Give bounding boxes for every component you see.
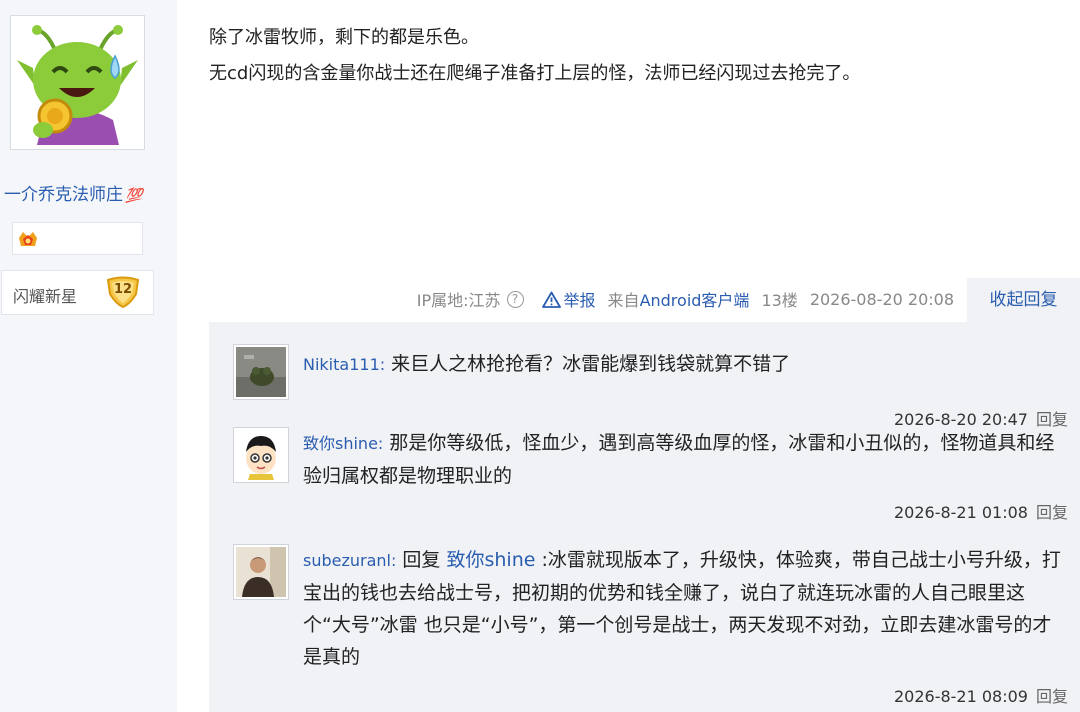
reply-body: 那是你等级低，怪血少，遇到高等级血厚的怪，冰雷和小丑似的，怪物道具和经验归属权都… (303, 432, 1055, 487)
reply-body: 来巨人之林抢抢看？冰雷能爆到钱袋就算不错了 (385, 353, 791, 375)
level-badge-strip[interactable]: 闪耀新星 12 (1, 270, 154, 315)
hundred-points-icon: 💯 (125, 188, 143, 204)
post-line: 无cd闪现的含金量你战士还在爬绳子准备打上层的怪，法师已经闪现过去抢完了。 (209, 63, 861, 84)
post-content: 除了冰雷牧师，剩下的都是乐色。 无cd闪现的含金量你战士还在爬绳子准备打上层的怪… (209, 20, 1069, 92)
help-icon[interactable]: ? (506, 290, 524, 308)
reply-avatar[interactable] (233, 427, 289, 483)
badge-label: 闪耀新星 (13, 287, 78, 306)
report-label: 举报 (563, 291, 596, 310)
author-avatar[interactable] (10, 15, 145, 150)
medal-icon[interactable] (17, 230, 39, 248)
client-link[interactable]: Android客户端 (640, 291, 750, 310)
author-sidebar: 一介乔克法师庄 💯 闪耀新星 12 (0, 0, 177, 712)
collapse-replies-button[interactable]: 收起回复 (967, 278, 1080, 322)
reply-mention[interactable]: 致你shine (446, 549, 535, 571)
reply-username[interactable]: Nikita111: (303, 355, 385, 374)
post-source: 来自Android客户端 (608, 287, 750, 311)
cartoon-boy-avatar-icon (236, 430, 286, 480)
reply-meta: 2026-8-21 08:09 回复 (894, 683, 1068, 707)
level-number: 12 (113, 282, 133, 297)
man-photo-avatar-icon (236, 547, 286, 597)
post-meta-bar: IP属地:江苏 ? 举报 来自Android客户端 13楼 2026-08-20… (417, 286, 954, 312)
warning-triangle-icon (541, 291, 561, 308)
frog-avatar-icon (236, 347, 286, 397)
reply-username[interactable]: 致你shine: (303, 434, 383, 453)
author-name[interactable]: 一介乔克法师庄 💯 (4, 180, 142, 205)
reply-avatar[interactable] (233, 544, 289, 600)
reply-time: 2026-8-21 01:08 (893, 503, 1028, 522)
reply-text: subezuranl: 回复 致你shine :冰雷就现版本了，升级快，体验爽，… (303, 544, 1068, 673)
reply-prefix: 回复 (396, 549, 447, 571)
reply-username[interactable]: subezuranl: (303, 551, 396, 570)
level-badge: 12 (106, 276, 140, 308)
reply-time: 2026-8-21 08:09 (893, 687, 1028, 706)
post-source-prefix: 来自 (607, 291, 640, 310)
goblin-avatar-icon (15, 20, 140, 145)
reply-text: Nikita111: 来巨人之林抢抢看？冰雷能爆到钱袋就算不错了 (303, 348, 1068, 381)
ip-location: IP属地:江苏 ? (417, 287, 524, 311)
report-link[interactable]: 举报 (541, 287, 596, 311)
reply-button[interactable]: 回复 (1036, 503, 1068, 522)
reply-avatar[interactable] (233, 344, 289, 400)
reply-meta: 2026-8-21 01:08 回复 (894, 499, 1068, 523)
post-date: 2026-08-20 20:08 (809, 289, 954, 309)
post-line: 除了冰雷牧师，剩下的都是乐色。 (209, 27, 479, 48)
honor-icon-strip (12, 222, 143, 255)
reply-list: Nikita111: 来巨人之林抢抢看？冰雷能爆到钱袋就算不错了 2026-8-… (209, 322, 1080, 712)
ip-location-text: IP属地:江苏 (416, 291, 501, 310)
floor-number: 13楼 (761, 291, 798, 310)
reply-button[interactable]: 回复 (1036, 687, 1068, 706)
author-name-text: 一介乔克法师庄 (4, 185, 123, 205)
reply-text: 致你shine: 那是你等级低，怪血少，遇到高等级血厚的怪，冰雷和小丑似的，怪物… (303, 427, 1068, 492)
